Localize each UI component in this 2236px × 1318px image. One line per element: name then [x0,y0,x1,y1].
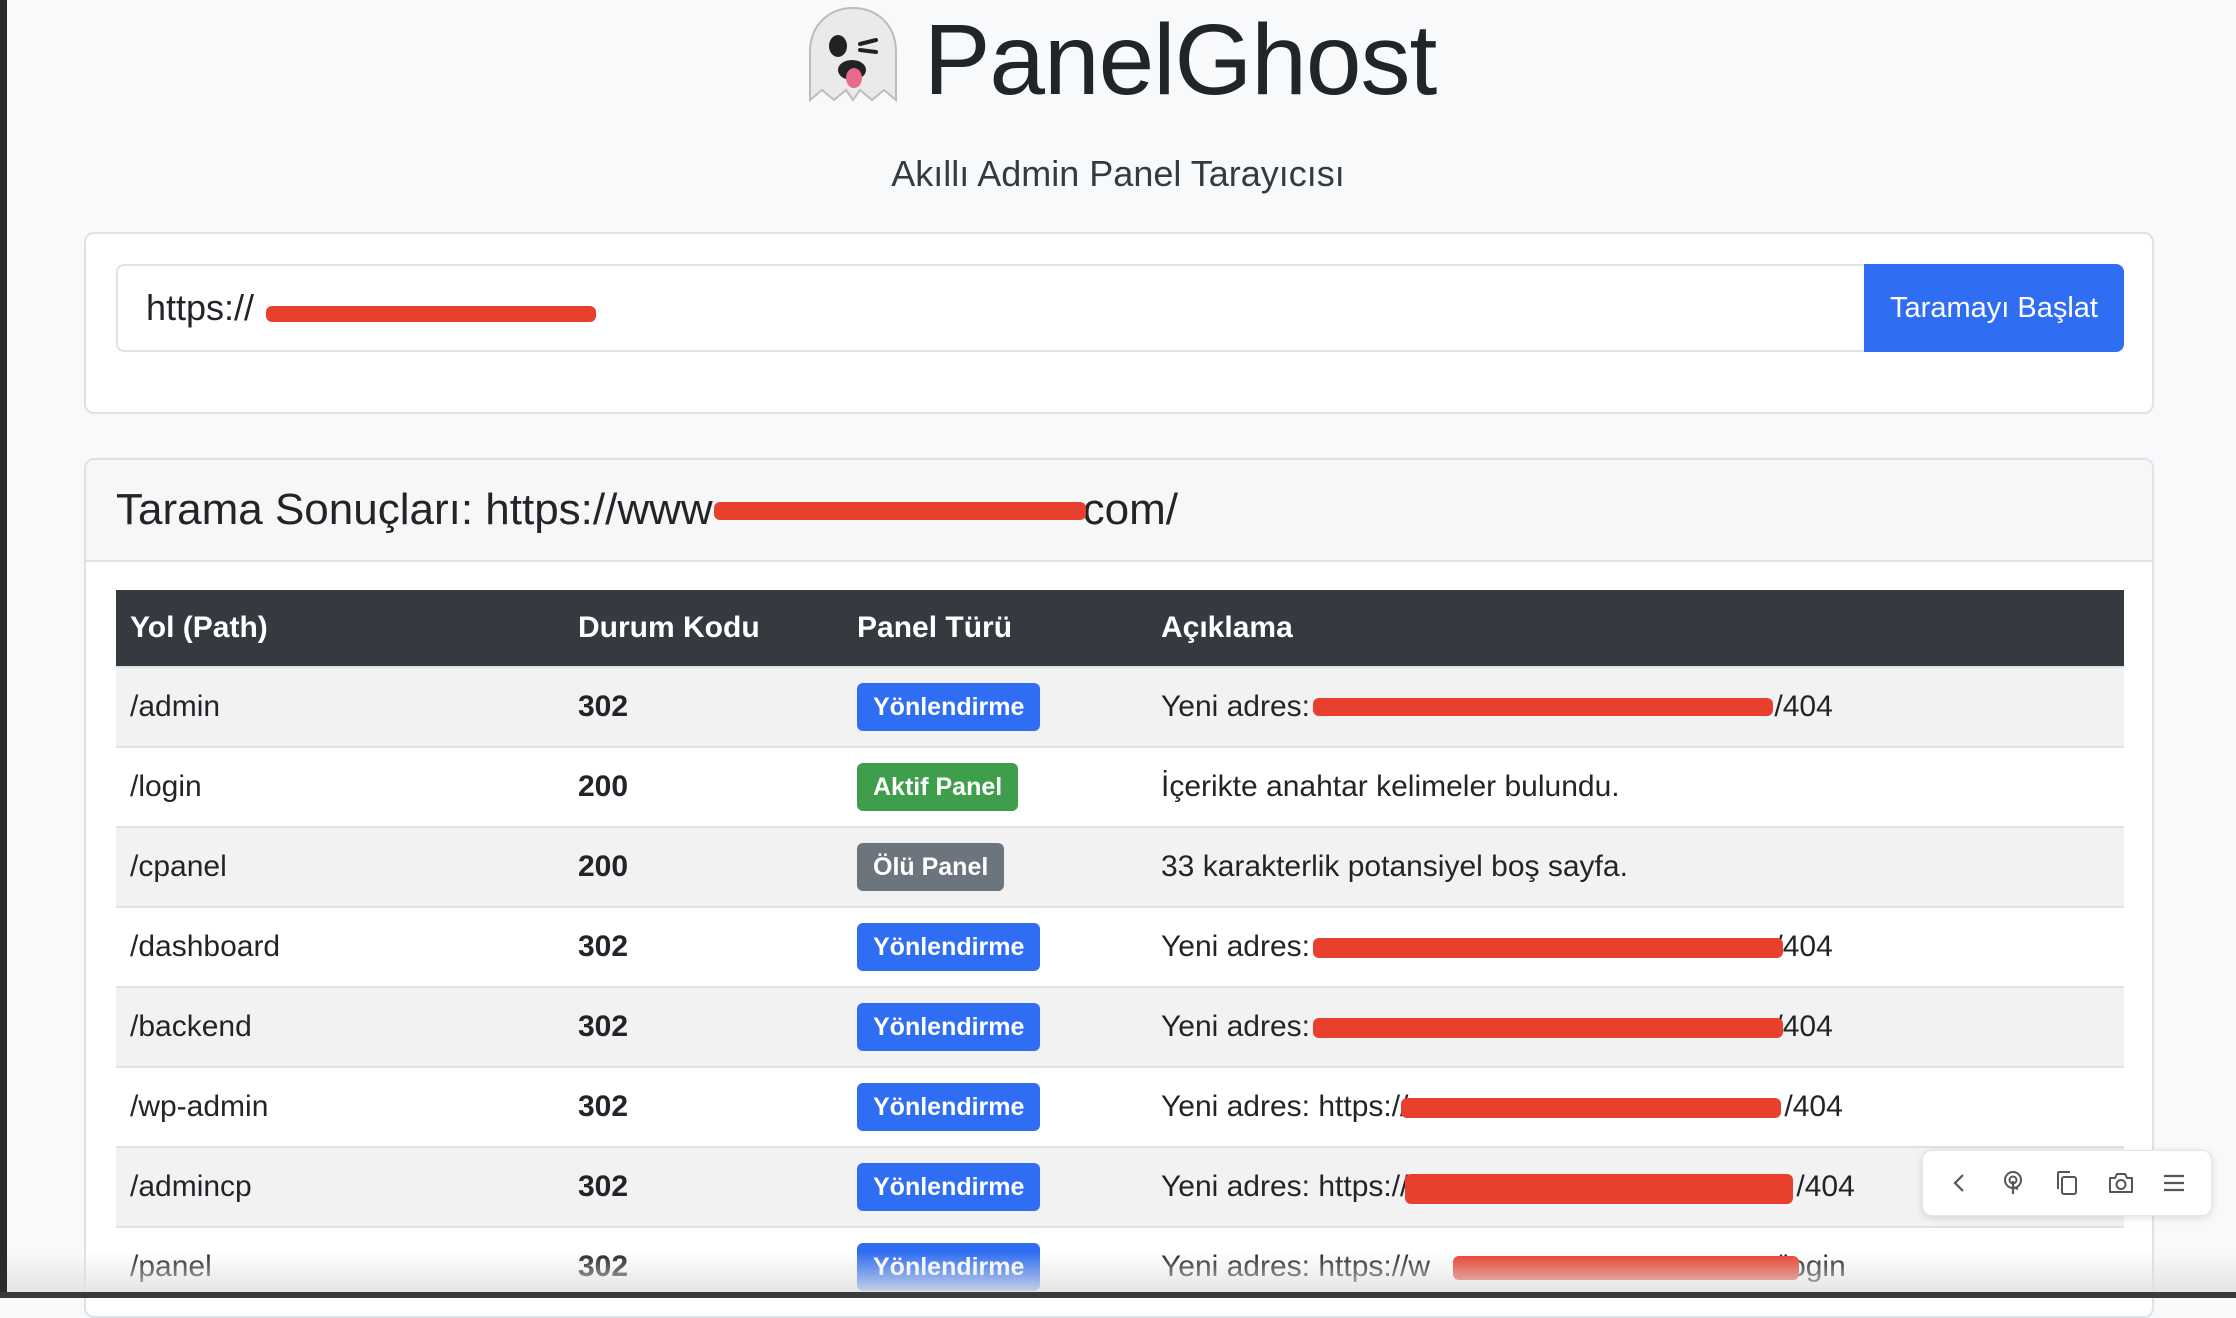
status-code-cell: 302 [564,666,843,747]
app-title-text: PanelGhost [923,4,1438,116]
menu-icon[interactable] [2158,1167,2190,1199]
column-header-status: Durum Kodu [564,590,843,667]
description-text: Yeni adres: [1161,1010,1311,1043]
results-title-prefix: Tarama Sonuçları: https://www [116,485,713,534]
copy-icon[interactable] [2051,1167,2083,1199]
app-subtitle: Akıllı Admin Panel Tarayıcısı [891,153,1345,194]
status-code-cell: 302 [564,1146,843,1227]
type-badge: Yönlendirme [857,1003,1041,1051]
type-badge: Ölü Panel [857,843,1005,891]
type-badge: Aktif Panel [857,763,1019,811]
table-row: /backend 302 Yönlendirme Yeni adres: /40… [116,986,2124,1067]
description-cell: Yeni adres: https:// /404 [1147,1066,2124,1147]
description-end: /404 [1784,1090,1843,1123]
table-header-row: Yol (Path) Durum Kodu Panel Türü Açıklam… [116,590,2124,667]
start-scan-button[interactable]: Taramayı Başlat [1864,264,2124,352]
redaction-mark [714,502,1086,520]
chevron-left-icon[interactable] [1944,1167,1976,1199]
description-cell: Yeni adres: /404 [1147,986,2124,1067]
type-badge: Yönlendirme [857,1083,1041,1131]
path-cell: /backend [116,986,564,1067]
type-cell: Yönlendirme [843,1146,1147,1227]
description-text: Yeni adres: https://w [1161,1250,1431,1283]
column-header-description: Açıklama [1147,590,2124,667]
path-cell: /login [116,746,564,827]
status-code-cell: 302 [564,906,843,987]
ghost-icon [800,4,906,124]
table-row: /login 200 Aktif Panel İçerikte anahtar … [116,746,2124,827]
column-header-type: Panel Türü [843,590,1147,667]
description-end: /404 [1774,1010,1833,1043]
description-text: Yeni adres: [1161,930,1311,963]
status-code-cell: 200 [564,746,843,827]
type-badge: Yönlendirme [857,683,1041,731]
results-table: Yol (Path) Durum Kodu Panel Türü Açıklam… [116,590,2124,1306]
redaction-mark [1313,1018,1783,1038]
table-row: /cpanel 200 Ölü Panel 33 karakterlik pot… [116,826,2124,907]
path-cell: /admin [116,666,564,747]
window-left-edge [0,0,7,1298]
camera-icon[interactable] [2105,1167,2137,1199]
redaction-mark [1405,1174,1793,1204]
window-bottom-edge [0,1292,2236,1298]
path-cell: /wp-admin [116,1066,564,1147]
description-text: Yeni adres: [1161,690,1311,723]
app-header: PanelGhost Akıllı Admin Panel Tarayıcısı [0,0,2236,194]
table-row: /dashboard 302 Yönlendirme Yeni adres: /… [116,906,2124,987]
results-title-suffix: com/ [1082,485,1179,534]
touch-icon[interactable] [1997,1167,2029,1199]
results-card: Tarama Sonuçları: https://www com/ Yol (P… [84,458,2154,1318]
results-card-header: Tarama Sonuçları: https://www com/ [86,460,2152,562]
type-badge: Yönlendirme [857,1243,1041,1291]
scan-form-card: Taramayı Başlat [84,232,2154,414]
status-code-cell: 200 [564,826,843,907]
table-row: /wp-admin 302 Yönlendirme Yeni adres: ht… [116,1066,2124,1147]
path-cell: /cpanel [116,826,564,907]
redaction-mark [266,306,596,322]
description-cell: Yeni adres: /404 [1147,906,2124,987]
description-end: /404 [1774,930,1833,963]
status-code-cell: 302 [564,1066,843,1147]
type-cell: Yönlendirme [843,986,1147,1067]
description-cell: 33 karakterlik potansiyel boş sayfa. [1147,826,2124,907]
redaction-mark [1313,938,1783,958]
app-title: PanelGhost [0,0,2236,124]
description-cell: İçerikte anahtar kelimeler bulundu. [1147,746,2124,827]
redaction-mark [1313,698,1773,716]
redaction-mark [1401,1098,1781,1118]
description-end: /404 [1796,1170,1855,1203]
redaction-mark [1453,1256,1799,1280]
description-text: Yeni adres: https:// [1161,1090,1409,1123]
type-badge: Yönlendirme [857,923,1041,971]
path-cell: /dashboard [116,906,564,987]
description-text: Yeni adres: https:// [1161,1170,1409,1203]
type-cell: Ölü Panel [843,826,1147,907]
description-cell: Yeni adres: /404 [1147,666,2124,747]
table-row: /admincp 302 Yönlendirme Yeni adres: htt… [116,1146,2124,1227]
floating-toolbar [1922,1150,2212,1216]
column-header-path: Yol (Path) [116,590,564,667]
path-cell: /admincp [116,1146,564,1227]
table-row: /admin 302 Yönlendirme Yeni adres: /404 [116,666,2124,747]
type-cell: Aktif Panel [843,746,1147,827]
type-badge: Yönlendirme [857,1163,1041,1211]
type-cell: Yönlendirme [843,666,1147,747]
type-cell: Yönlendirme [843,1066,1147,1147]
status-code-cell: 302 [564,986,843,1067]
type-cell: Yönlendirme [843,906,1147,987]
description-end: /404 [1774,690,1833,723]
